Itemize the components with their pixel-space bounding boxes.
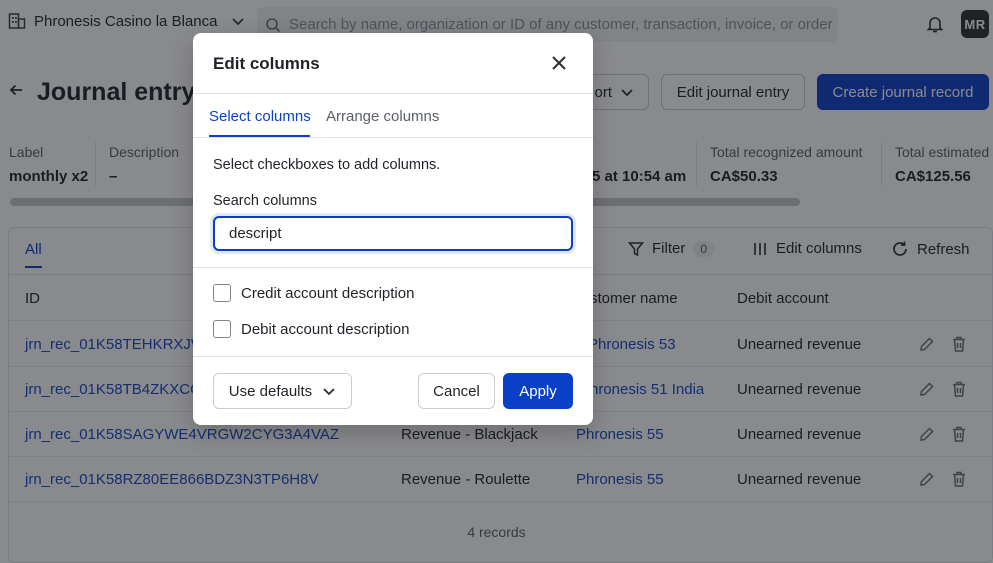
- apply-button[interactable]: Apply: [503, 373, 573, 409]
- divider: [193, 356, 593, 357]
- column-option-label: Credit account description: [241, 284, 415, 302]
- apply-label: Apply: [519, 382, 557, 400]
- edit-columns-dialog: Edit columns Select columns Arrange colu…: [193, 33, 593, 425]
- close-icon[interactable]: [549, 53, 569, 73]
- cancel-button[interactable]: Cancel: [418, 373, 495, 409]
- search-columns-label: Search columns: [213, 193, 317, 209]
- checkbox[interactable]: [213, 320, 231, 338]
- divider: [193, 267, 593, 268]
- cancel-label: Cancel: [433, 382, 480, 400]
- divider: [193, 93, 593, 94]
- use-defaults-label: Use defaults: [228, 382, 313, 400]
- column-option-debit-account-description[interactable]: Debit account description: [213, 320, 409, 338]
- divider: [193, 137, 593, 138]
- use-defaults-button[interactable]: Use defaults: [213, 373, 352, 409]
- dialog-title: Edit columns: [213, 54, 320, 73]
- tab-arrange-columns[interactable]: Arrange columns: [326, 108, 439, 125]
- tab-select-columns[interactable]: Select columns: [209, 108, 311, 125]
- column-option-label: Debit account description: [241, 320, 410, 338]
- dialog-hint: Select checkboxes to add columns.: [213, 157, 441, 173]
- search-columns-input[interactable]: [213, 216, 573, 251]
- checkbox[interactable]: [213, 284, 231, 302]
- chevron-down-icon: [323, 388, 335, 396]
- column-option-credit-account-description[interactable]: Credit account description: [213, 284, 414, 302]
